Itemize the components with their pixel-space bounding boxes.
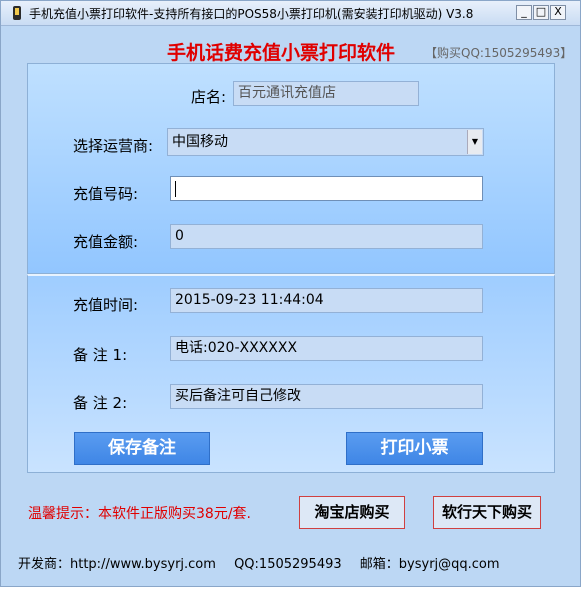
phone-number-input[interactable] bbox=[170, 176, 483, 201]
footer-qq: QQ:1505295493 bbox=[234, 557, 342, 572]
carrier-label: 选择运营商: bbox=[73, 137, 154, 155]
note1-field[interactable]: 电话:020-XXXXXX bbox=[170, 336, 483, 361]
store-label: 店名: bbox=[191, 88, 227, 106]
note1-label: 备 注 1: bbox=[73, 346, 128, 364]
window-title: 手机充值小票打印软件-支持所有接口的POS58小票打印机(需安装打印机驱动) V… bbox=[29, 7, 474, 21]
close-button[interactable]: X bbox=[550, 5, 566, 20]
minimize-button[interactable]: _ bbox=[516, 5, 532, 20]
buy-qq-text: 【购买QQ:1505295493】 bbox=[425, 46, 573, 60]
purchase-warning: 温馨提示：本软件正版购买38元/套. bbox=[28, 506, 251, 522]
rxtx-buy-button[interactable]: 软行天下购买 bbox=[433, 496, 541, 529]
text-cursor bbox=[175, 181, 176, 197]
maximize-button[interactable]: □ bbox=[533, 5, 549, 20]
title-bar: 手机充值小票打印软件-支持所有接口的POS58小票打印机(需安装打印机驱动) V… bbox=[1, 1, 580, 26]
recharge-time-field[interactable]: 2015-09-23 11:44:04 bbox=[170, 288, 483, 313]
footer: 开发商：http://www.bysyrj.com QQ:1505295493 … bbox=[18, 553, 514, 572]
note2-field[interactable]: 买后备注可自己修改 bbox=[170, 384, 483, 409]
dropdown-arrow-icon[interactable]: ▼ bbox=[467, 130, 482, 154]
note2-label: 备 注 2: bbox=[73, 394, 128, 412]
developer-text: 开发商：http://www.bysyrj.com bbox=[18, 557, 216, 572]
amount-label: 充值金额: bbox=[73, 233, 139, 251]
main-window: 手机充值小票打印软件-支持所有接口的POS58小票打印机(需安装打印机驱动) V… bbox=[0, 0, 581, 587]
footer-email: 邮箱：bysyrj@qq.com bbox=[359, 557, 500, 572]
print-receipt-button[interactable]: 打印小票 bbox=[346, 432, 483, 465]
phone-label: 充值号码: bbox=[73, 185, 139, 203]
carrier-value: 中国移动 bbox=[172, 134, 228, 150]
phone-icon bbox=[13, 6, 21, 20]
carrier-select[interactable]: 中国移动 ▼ bbox=[167, 128, 484, 156]
save-note-button[interactable]: 保存备注 bbox=[74, 432, 210, 465]
amount-field[interactable]: 0 bbox=[170, 224, 483, 249]
time-label: 充值时间: bbox=[73, 296, 139, 314]
app-banner: 手机话费充值小票打印软件 bbox=[167, 42, 396, 64]
taobao-buy-button[interactable]: 淘宝店购买 bbox=[299, 496, 405, 529]
store-name-field[interactable]: 百元通讯充值店 bbox=[233, 81, 419, 106]
